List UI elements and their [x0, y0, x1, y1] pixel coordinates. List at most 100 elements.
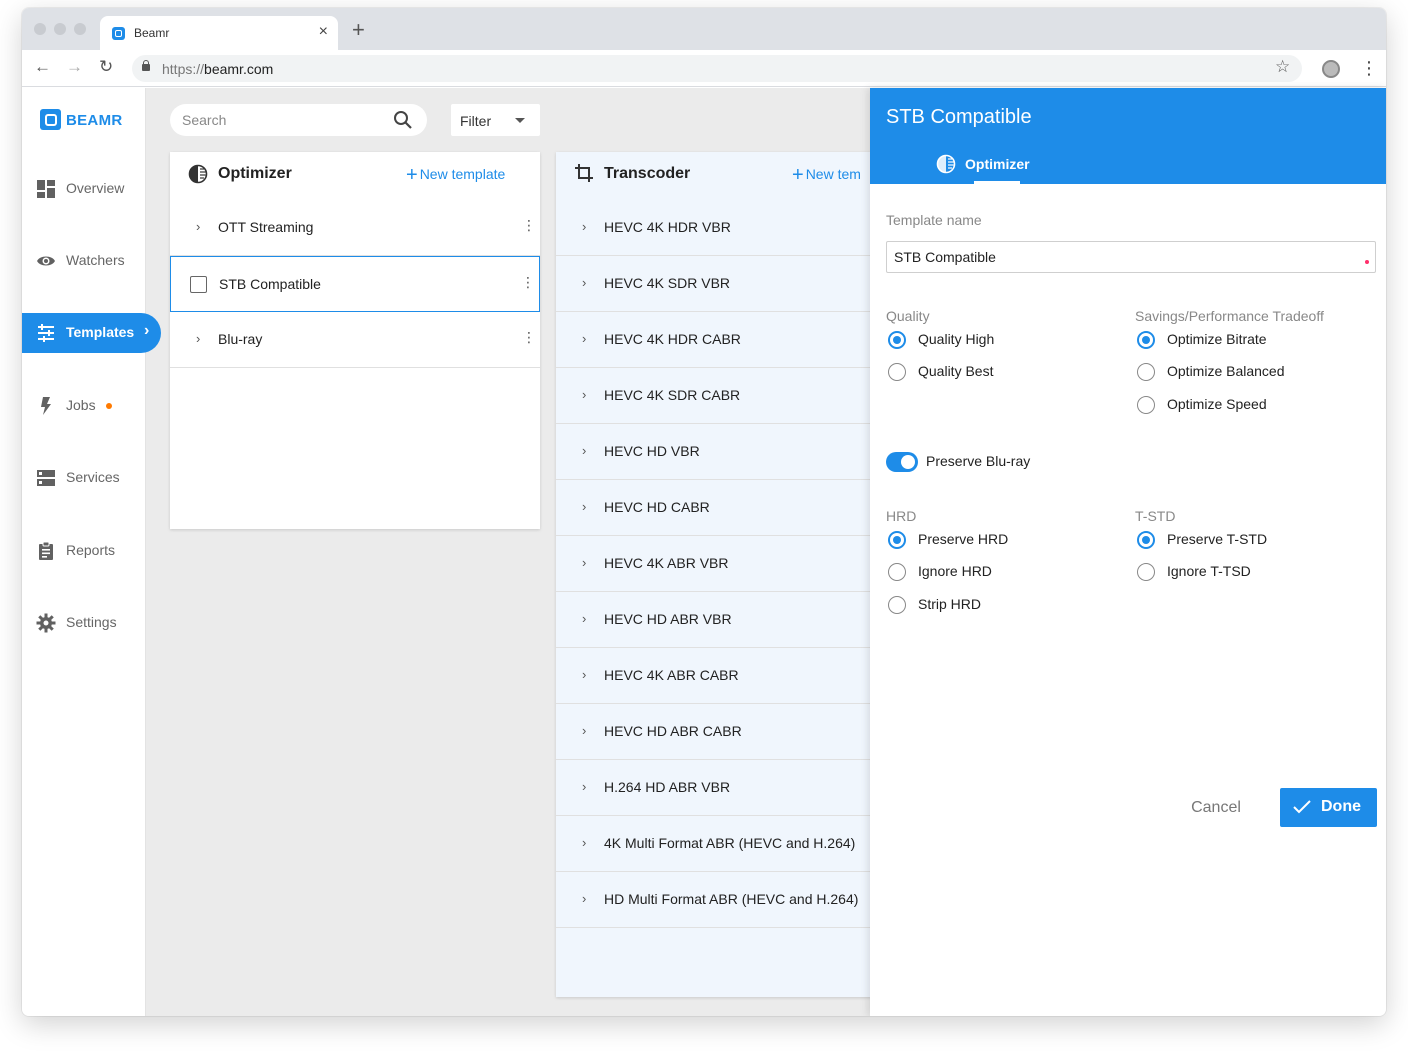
quality-label: Quality — [886, 308, 930, 324]
expand-chevron-icon[interactable]: › — [582, 219, 586, 234]
row-menu-icon[interactable]: ⋮ — [522, 218, 536, 232]
filter-dropdown[interactable]: Filter — [451, 104, 540, 136]
radio-button[interactable] — [1137, 331, 1155, 349]
transcoder-panel-title: Transcoder — [604, 165, 691, 182]
drawer-header: STB Compatible Optimizer — [870, 88, 1386, 184]
template-name: HEVC HD CABR — [604, 499, 710, 515]
transcoder-template-row[interactable]: › HEVC HD ABR CABR — [556, 704, 876, 760]
expand-chevron-icon[interactable]: › — [582, 387, 586, 402]
radio-button[interactable] — [1137, 396, 1155, 414]
expand-chevron-icon[interactable]: › — [582, 667, 586, 682]
expand-chevron-icon[interactable]: › — [582, 723, 586, 738]
template-name-field[interactable] — [886, 241, 1376, 273]
transcoder-template-row[interactable]: › H.264 HD ABR VBR — [556, 760, 876, 816]
transcoder-template-row[interactable]: › HEVC 4K SDR CABR — [556, 368, 876, 424]
sidebar-item-overview[interactable]: Overview — [22, 169, 146, 209]
transcoder-template-row[interactable]: › 4K Multi Format ABR (HEVC and H.264) — [556, 816, 876, 872]
expand-chevron-icon[interactable]: › — [582, 499, 586, 514]
sidebar-item-reports[interactable]: Reports — [22, 531, 146, 571]
window-close-dot[interactable] — [34, 23, 46, 35]
transcoder-template-row[interactable]: › HEVC HD ABR VBR — [556, 592, 876, 648]
transcoder-template-row[interactable]: › HEVC 4K HDR VBR — [556, 200, 876, 256]
transcoder-template-row[interactable]: › HEVC 4K ABR CABR — [556, 648, 876, 704]
url-field[interactable]: https://beamr.com — [132, 55, 1302, 82]
template-name: HEVC HD ABR VBR — [604, 611, 732, 627]
optimizer-template-row[interactable]: › Blu-ray ⋮ — [170, 312, 540, 368]
new-tab-icon[interactable]: + — [352, 19, 365, 41]
forward-arrow-icon[interactable]: → — [66, 57, 83, 77]
template-name: Blu-ray — [218, 331, 263, 347]
template-name: HD Multi Format ABR (HEVC and H.264) — [604, 891, 859, 907]
template-name: HEVC 4K SDR VBR — [604, 275, 731, 291]
radio-button[interactable] — [888, 596, 906, 614]
tab-optimizer[interactable]: Optimizer — [965, 156, 1030, 172]
transcoder-template-row[interactable]: › HEVC HD CABR — [556, 480, 876, 536]
template-name: 4K Multi Format ABR (HEVC and H.264) — [604, 835, 856, 851]
expand-chevron-icon[interactable]: › — [582, 331, 586, 346]
profile-avatar[interactable] — [1322, 60, 1340, 78]
optimizer-template-row-selected[interactable]: STB Compatible ⋮ — [170, 256, 540, 312]
expand-chevron-icon[interactable]: › — [582, 555, 586, 570]
lightning-icon — [41, 397, 51, 415]
preserve-bluray-toggle[interactable] — [886, 452, 918, 472]
transcoder-template-row[interactable]: › HEVC 4K SDR VBR — [556, 256, 876, 312]
expand-chevron-icon[interactable]: › — [582, 443, 586, 458]
search-icon[interactable] — [393, 110, 413, 130]
expand-chevron-icon[interactable]: › — [196, 219, 200, 234]
radio-label: Optimize Balanced — [1167, 363, 1285, 379]
browser-tab[interactable]: Beamr × — [100, 16, 338, 50]
window-minimize-dot[interactable] — [54, 23, 66, 35]
filter-label: Filter — [460, 113, 492, 129]
radio-button[interactable] — [1137, 563, 1155, 581]
radio-button[interactable] — [1137, 531, 1155, 549]
row-menu-icon[interactable]: ⋮ — [522, 330, 536, 344]
bookmark-star-icon[interactable]: ☆ — [1275, 57, 1290, 77]
transcoder-template-row[interactable]: › HEVC 4K ABR VBR — [556, 536, 876, 592]
search-input[interactable] — [182, 112, 382, 128]
back-arrow-icon[interactable]: ← — [34, 57, 51, 77]
sidebar-item-label: Watchers — [66, 252, 125, 268]
lock-icon — [142, 60, 150, 71]
done-label: Done — [1321, 798, 1361, 815]
sidebar-item-jobs[interactable]: Jobs — [22, 386, 146, 426]
optimizer-new-template-button[interactable]: + New template — [406, 164, 505, 187]
transcoder-new-template-button[interactable]: + New tem — [792, 164, 861, 187]
done-button[interactable]: Done — [1280, 788, 1377, 827]
expand-chevron-icon[interactable]: › — [582, 835, 586, 850]
expand-chevron-icon[interactable]: › — [582, 891, 586, 906]
radio-button[interactable] — [888, 331, 906, 349]
sidebar-item-settings[interactable]: Settings — [22, 603, 146, 643]
radio-button[interactable] — [1137, 363, 1155, 381]
expand-chevron-icon[interactable]: › — [196, 331, 200, 346]
close-tab-icon[interactable]: × — [319, 23, 328, 41]
logo-text: BEAMR — [66, 112, 123, 129]
sidebar-item-watchers[interactable]: Watchers — [22, 241, 146, 281]
cancel-button[interactable]: Cancel — [1168, 789, 1264, 827]
sidebar-item-templates[interactable]: Templates › — [22, 313, 161, 353]
browser-menu-icon[interactable]: ⋮ — [1360, 58, 1378, 78]
radio-button[interactable] — [888, 563, 906, 581]
expand-chevron-icon[interactable]: › — [582, 275, 586, 290]
radio-label: Quality High — [918, 331, 995, 347]
optimizer-template-row[interactable]: › OTT Streaming ⋮ — [170, 200, 540, 256]
transcoder-template-row[interactable]: › HD Multi Format ABR (HEVC and H.264) — [556, 872, 876, 928]
radio-button[interactable] — [888, 363, 906, 381]
template-name-input[interactable] — [894, 249, 1344, 265]
sidebar-item-label: Overview — [66, 180, 125, 196]
window-zoom-dot[interactable] — [74, 23, 86, 35]
row-checkbox[interactable] — [190, 276, 207, 293]
search-box[interactable] — [170, 104, 427, 136]
expand-chevron-icon[interactable]: › — [582, 611, 586, 626]
row-menu-icon[interactable]: ⋮ — [521, 275, 535, 289]
reload-icon[interactable]: ↻ — [99, 57, 113, 77]
radio-button[interactable] — [888, 531, 906, 549]
transcoder-template-row[interactable]: › HEVC 4K HDR CABR — [556, 312, 876, 368]
app-root: BEAMR Overview Watchers Templates › Jobs — [22, 88, 1386, 1016]
sidebar-item-services[interactable]: Services — [22, 458, 146, 498]
plus-icon: + — [406, 164, 418, 186]
expand-chevron-icon[interactable]: › — [582, 779, 586, 794]
transcoder-template-row[interactable]: › HEVC HD VBR — [556, 424, 876, 480]
url-text: https://beamr.com — [162, 61, 274, 77]
sliders-icon — [38, 324, 54, 342]
radio-label: Ignore T-TSD — [1167, 563, 1251, 579]
